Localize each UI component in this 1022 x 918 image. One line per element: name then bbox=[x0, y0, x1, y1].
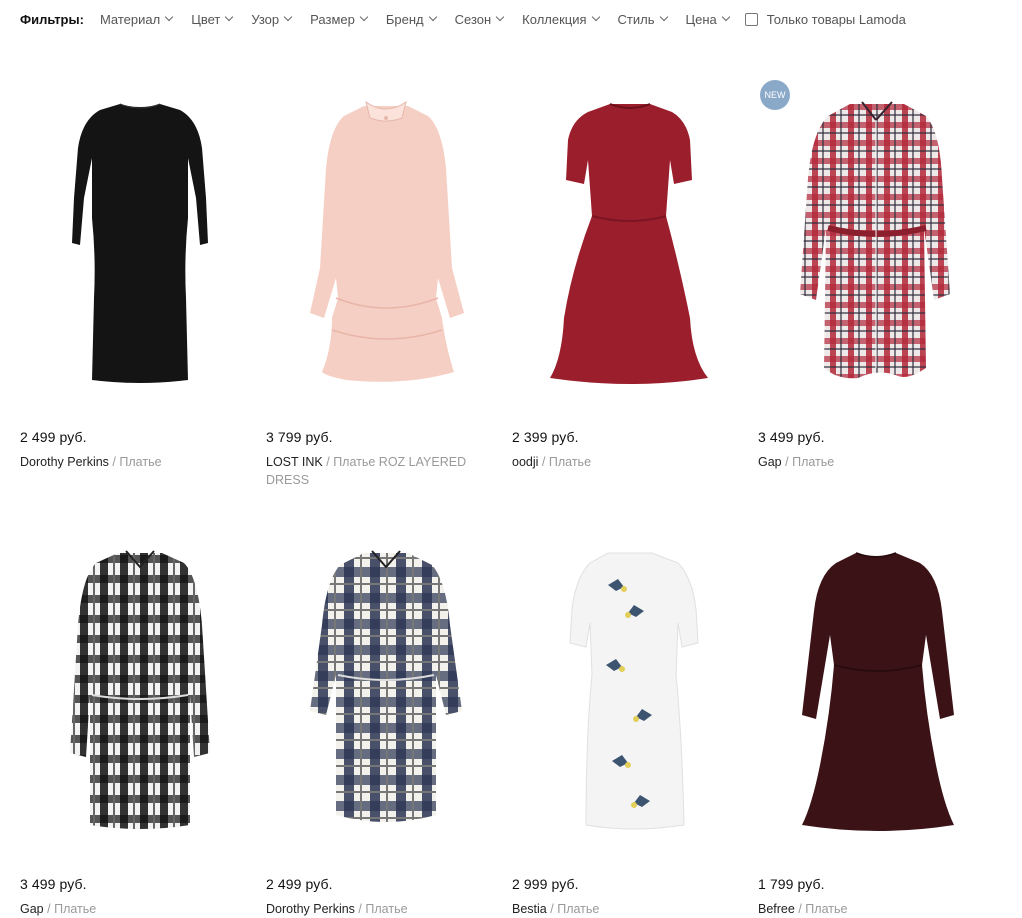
white-bird-print-dress-image bbox=[569, 552, 699, 830]
product-meta[interactable]: LOST INK / Платье ROZ LAYERED DRESS bbox=[266, 453, 481, 489]
black-white-plaid-shirt-dress-image bbox=[70, 550, 210, 829]
chevron-down-icon bbox=[428, 12, 437, 22]
product-image[interactable] bbox=[20, 68, 250, 408]
product-type: Платье bbox=[792, 455, 835, 469]
filter-label: Узор bbox=[251, 11, 280, 27]
product-brand[interactable]: LOST INK bbox=[266, 455, 323, 469]
filter-size[interactable]: Размер bbox=[310, 11, 369, 27]
product-image[interactable] bbox=[512, 515, 742, 855]
navy-plaid-shirt-dress-image bbox=[310, 550, 462, 822]
product-image[interactable] bbox=[266, 515, 496, 855]
product-brand[interactable]: oodji bbox=[512, 455, 538, 469]
separator: / bbox=[112, 455, 116, 469]
filter-collection[interactable]: Коллекция bbox=[522, 11, 600, 27]
product-price: 1 799 руб. bbox=[758, 876, 825, 892]
product-brand[interactable]: Gap bbox=[20, 902, 44, 916]
chevron-down-icon bbox=[591, 12, 600, 22]
filter-label: Цвет bbox=[191, 11, 221, 27]
product-price: 2 499 руб. bbox=[20, 429, 87, 445]
product-meta[interactable]: Bestia / Платье bbox=[512, 900, 727, 918]
product-price: 2 399 руб. bbox=[512, 429, 579, 445]
filter-label: Цена bbox=[685, 11, 717, 27]
product-meta[interactable]: Dorothy Perkins / Платье bbox=[266, 900, 481, 918]
chevron-down-icon bbox=[283, 12, 293, 22]
filter-pattern[interactable]: Узор bbox=[251, 11, 293, 27]
filter-label: Бренд bbox=[385, 11, 424, 27]
filter-season[interactable]: Сезон bbox=[454, 11, 505, 27]
product-meta[interactable]: Gap / Платье bbox=[20, 900, 235, 918]
separator: / bbox=[358, 902, 362, 916]
filter-brand[interactable]: Бренд bbox=[385, 11, 437, 27]
new-badge: NEW bbox=[760, 80, 790, 110]
lamoda-only-checkbox[interactable] bbox=[744, 12, 758, 26]
product-meta[interactable]: Dorothy Perkins / Платье bbox=[20, 453, 235, 471]
separator: / bbox=[541, 455, 546, 469]
filter-color[interactable]: Цвет bbox=[191, 11, 234, 27]
chevron-down-icon bbox=[659, 12, 668, 22]
filter-style[interactable]: Стиль bbox=[617, 11, 668, 27]
product-image[interactable] bbox=[20, 515, 250, 855]
lamoda-only-toggle[interactable]: Только товары Lamoda bbox=[744, 11, 906, 27]
filter-label: Стиль bbox=[617, 11, 655, 27]
separator: / bbox=[550, 902, 554, 916]
lamoda-only-label: Только товары Lamoda bbox=[766, 11, 906, 27]
product-price: 2 999 руб. bbox=[512, 876, 579, 892]
chevron-down-icon bbox=[721, 12, 731, 22]
product-image[interactable]: NEW bbox=[758, 68, 988, 408]
chevron-down-icon bbox=[225, 12, 234, 22]
product-price: 3 799 руб. bbox=[266, 429, 333, 445]
separator: / bbox=[47, 902, 51, 916]
product-price: 3 499 руб. bbox=[20, 876, 87, 892]
filter-label: Коллекция bbox=[522, 11, 587, 27]
product-brand[interactable]: Befree bbox=[758, 902, 795, 916]
product-price: 2 499 руб. bbox=[266, 876, 333, 892]
product-type: Платье bbox=[119, 455, 162, 469]
separator: / bbox=[785, 455, 789, 469]
red-plaid-shirt-dress-image bbox=[800, 101, 950, 379]
product-image[interactable] bbox=[758, 515, 988, 855]
product-image[interactable] bbox=[512, 68, 742, 408]
product-type: Платье bbox=[548, 455, 592, 469]
product-brand[interactable]: Gap bbox=[758, 455, 782, 469]
product-price: 3 499 руб. bbox=[758, 429, 825, 445]
product-type: Платье bbox=[54, 902, 97, 916]
product-meta[interactable]: Befree / Платье bbox=[758, 900, 973, 918]
filter-price[interactable]: Цена bbox=[685, 11, 731, 27]
black-knit-dress-image bbox=[72, 103, 208, 383]
filter-label: Размер bbox=[310, 11, 355, 27]
separator: / bbox=[326, 455, 330, 469]
product-type: Платье bbox=[557, 902, 600, 916]
product-brand[interactable]: Dorothy Perkins bbox=[266, 902, 355, 916]
dark-burgundy-knit-dress-image bbox=[802, 552, 954, 831]
product-type: Платье bbox=[365, 902, 408, 916]
chevron-down-icon bbox=[495, 12, 505, 22]
filter-material[interactable]: Материал bbox=[99, 11, 174, 27]
chevron-down-icon bbox=[359, 12, 369, 22]
chevron-down-icon bbox=[164, 12, 174, 22]
separator: / bbox=[798, 902, 802, 916]
pink-layered-dress-image bbox=[310, 100, 464, 382]
filter-label: Материал bbox=[99, 11, 161, 27]
burgundy-leather-dress-image bbox=[550, 103, 708, 384]
product-type: Платье bbox=[805, 902, 848, 916]
product-meta[interactable]: Gap / Платье bbox=[758, 453, 973, 471]
product-meta[interactable]: oodji / Платье bbox=[512, 453, 727, 471]
product-image[interactable] bbox=[266, 68, 496, 408]
product-brand[interactable]: Bestia bbox=[512, 902, 547, 916]
filter-label: Сезон bbox=[454, 11, 492, 27]
filter-bar: Фильтры: Материал Цвет Узор Размер Бренд… bbox=[20, 8, 906, 30]
product-brand[interactable]: Dorothy Perkins bbox=[20, 455, 109, 469]
filters-title: Фильтры: bbox=[20, 11, 84, 27]
